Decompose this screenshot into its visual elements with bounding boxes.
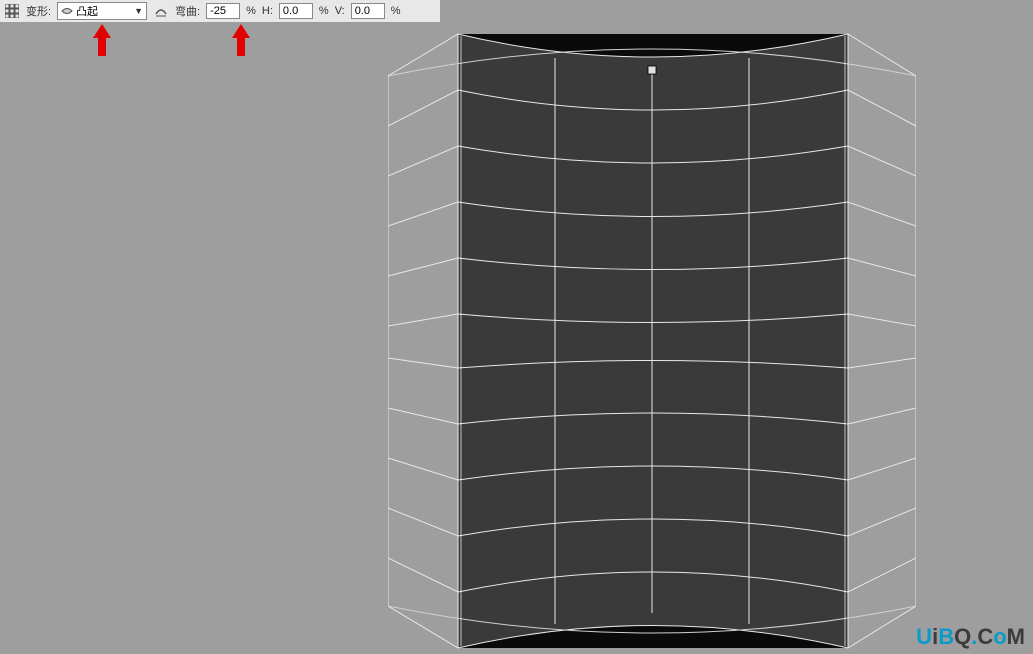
v-distortion-input[interactable]: [351, 3, 385, 19]
annotation-arrow-warp-style: [93, 24, 111, 56]
annotation-arrow-bend: [232, 24, 250, 56]
h-distortion-input[interactable]: [279, 3, 313, 19]
bulge-style-icon: [61, 5, 73, 17]
chevron-down-icon: ▼: [134, 6, 143, 16]
warp-style-label: 变形:: [26, 3, 51, 19]
warp-style-dropdown[interactable]: 凸起 ▼: [57, 2, 147, 20]
warp-orientation-icon[interactable]: [153, 3, 169, 19]
v-label: V:: [335, 5, 345, 17]
warped-layer-fill: [458, 34, 848, 648]
h-percent-label: %: [319, 5, 329, 17]
warp-style-value: 凸起: [76, 3, 134, 19]
warp-options-toolbar: 变形: 凸起 ▼ 弯曲: % H: % V: %: [0, 0, 440, 22]
h-label: H:: [262, 5, 273, 17]
warp-grid-icon: [4, 3, 20, 19]
bend-input[interactable]: [206, 3, 240, 19]
bend-percent-label: %: [246, 5, 256, 17]
v-percent-label: %: [391, 5, 401, 17]
watermark: UiBQ.CoM: [916, 624, 1025, 650]
bend-label: 弯曲:: [175, 3, 200, 19]
document-canvas[interactable]: [388, 28, 916, 650]
